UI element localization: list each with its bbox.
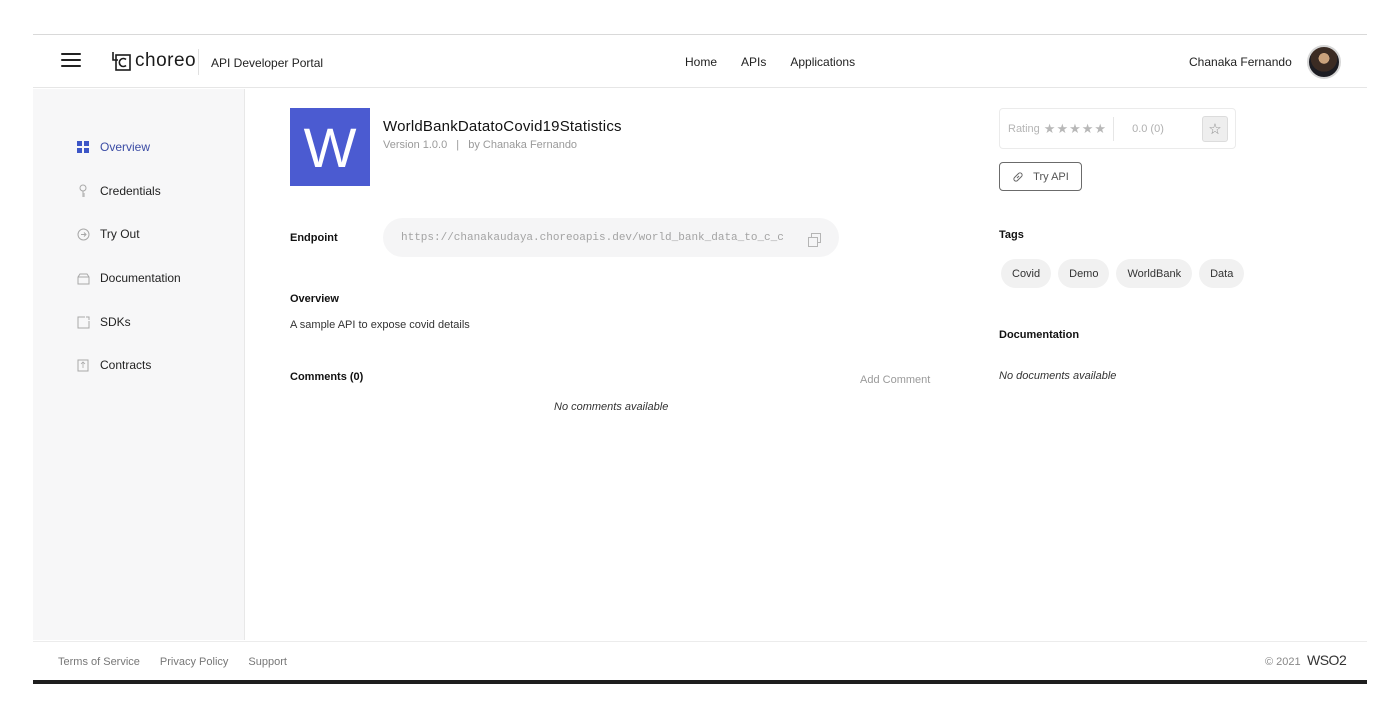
tag-worldbank[interactable]: WorldBank — [1116, 259, 1193, 288]
sidebar-item-label: Try Out — [100, 227, 140, 241]
user-name[interactable]: Chanaka Fernando — [1189, 55, 1292, 69]
sidebar-item-overview[interactable]: Overview — [76, 140, 150, 154]
contract-icon — [76, 358, 90, 372]
support-link[interactable]: Support — [248, 656, 287, 668]
sidebar-item-try-out[interactable]: Try Out — [76, 227, 140, 241]
try-api-label: Try API — [1033, 170, 1069, 183]
comments-title: Comments (0) — [290, 371, 364, 383]
tag-list: Covid Demo WorldBank Data — [1001, 259, 1245, 288]
nav-apis[interactable]: APIs — [741, 55, 766, 69]
api-version: Version 1.0.0 — [383, 139, 448, 151]
portal-title: API Developer Portal — [211, 56, 324, 70]
footer-links: Terms of Service Privacy Policy Support — [58, 656, 287, 668]
sidebar-item-label: Documentation — [100, 271, 181, 285]
header-divider — [198, 49, 199, 75]
no-documents-text: No documents available — [999, 370, 1117, 382]
meta-separator: | — [456, 139, 460, 151]
endpoint-label: Endpoint — [290, 232, 338, 244]
copy-icon[interactable] — [808, 232, 821, 247]
overview-title: Overview — [290, 293, 339, 305]
bottom-bar — [33, 680, 1367, 684]
no-comments-text: No comments available — [554, 401, 669, 413]
sidebar-item-label: Overview — [100, 140, 151, 154]
privacy-link[interactable]: Privacy Policy — [160, 656, 228, 668]
link-icon — [1013, 171, 1023, 182]
sidebar-item-documentation[interactable]: Documentation — [76, 271, 181, 285]
wso2-logo: WSO2 — [1307, 652, 1347, 668]
nav-home[interactable]: Home — [685, 55, 717, 69]
api-thumbnail: W — [290, 108, 370, 186]
portal-frame: choreo API Developer Portal Home APIs Ap… — [33, 34, 1367, 684]
document-icon — [76, 271, 90, 285]
try-api-button[interactable]: Try API — [999, 162, 1082, 191]
arrow-circle-icon — [76, 227, 90, 241]
sdk-icon — [76, 315, 90, 329]
endpoint-url[interactable]: https://chanakaudaya.choreoapis.dev/worl… — [401, 232, 801, 244]
nav-applications[interactable]: Applications — [790, 55, 855, 69]
key-icon — [76, 184, 90, 198]
rating-panel: Rating ★★★★★ 0.0 (0) ☆ — [999, 108, 1236, 149]
sidebar-item-contracts[interactable]: Contracts — [76, 358, 151, 372]
choreo-logo[interactable]: choreo — [110, 48, 196, 74]
star-icon[interactable]: ☆ — [1202, 116, 1228, 142]
documentation-title: Documentation — [999, 329, 1080, 341]
top-header: choreo API Developer Portal Home APIs Ap… — [33, 35, 1367, 88]
sidebar-item-credentials[interactable]: Credentials — [76, 184, 161, 198]
api-description: A sample API to expose covid details — [290, 319, 470, 331]
hamburger-menu-icon[interactable] — [61, 53, 81, 69]
rating-divider — [1113, 116, 1115, 141]
endpoint-field[interactable]: https://chanakaudaya.choreoapis.dev/worl… — [383, 218, 839, 257]
sidebar-item-label: SDKs — [100, 315, 131, 329]
copyright: © 2021 — [1265, 656, 1301, 668]
rating-label: Rating — [1008, 122, 1040, 135]
tag-demo[interactable]: Demo — [1058, 259, 1110, 288]
api-name: WorldBankDatatoCovid19Statistics — [383, 118, 622, 135]
avatar[interactable] — [1307, 45, 1341, 79]
grid-icon — [76, 140, 90, 154]
sidebar-item-label: Credentials — [100, 184, 161, 198]
terms-link[interactable]: Terms of Service — [58, 656, 140, 668]
choreo-logo-icon — [112, 52, 131, 71]
tag-covid[interactable]: Covid — [1001, 259, 1052, 288]
logo-text: choreo — [135, 50, 197, 71]
footer: Terms of Service Privacy Policy Support … — [33, 641, 1367, 682]
sidebar-item-sdks[interactable]: SDKs — [76, 315, 131, 329]
rating-stars-icon[interactable]: ★★★★★ — [1044, 121, 1107, 137]
api-meta: Version 1.0.0 | by Chanaka Fernando — [383, 139, 577, 151]
sidebar: Overview Credentials Try Out Documentati… — [33, 89, 245, 640]
api-author: by Chanaka Fernando — [468, 139, 578, 151]
add-comment-button[interactable]: Add Comment — [860, 374, 930, 386]
main-nav: Home APIs Applications — [685, 55, 855, 69]
tag-data[interactable]: Data — [1199, 259, 1245, 288]
tags-title: Tags — [999, 229, 1024, 241]
rating-value: 0.0 (0) — [1132, 122, 1164, 135]
sidebar-item-label: Contracts — [100, 358, 152, 372]
